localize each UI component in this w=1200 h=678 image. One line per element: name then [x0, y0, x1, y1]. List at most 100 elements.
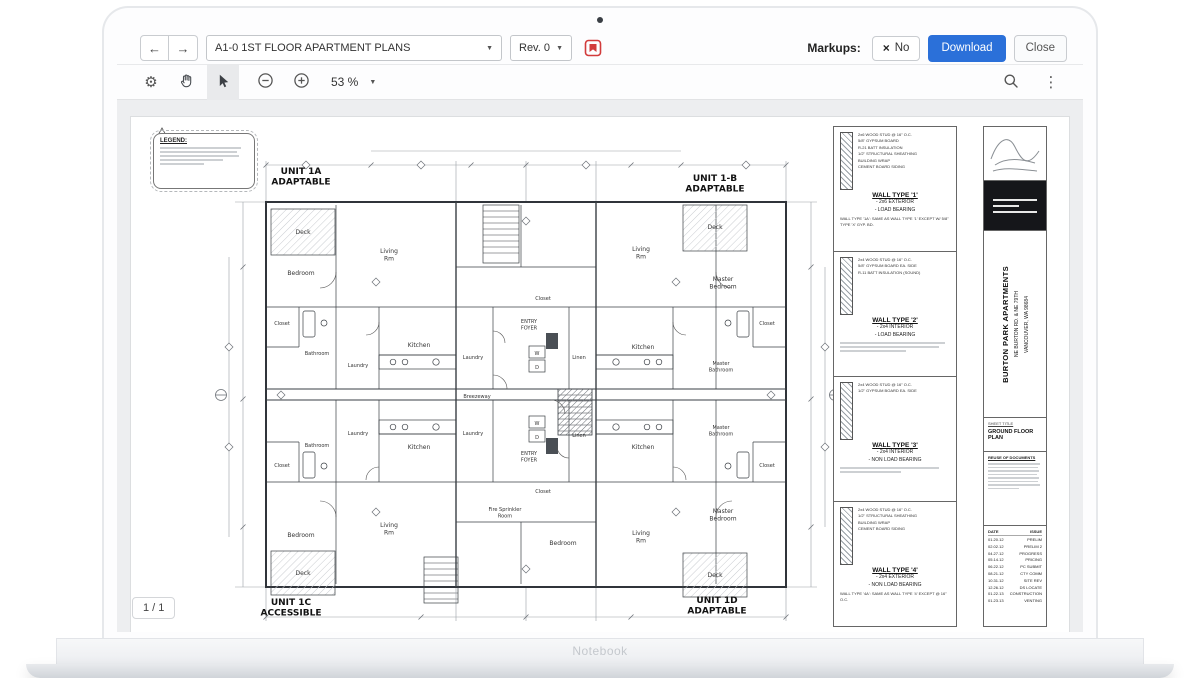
- wall-detail-hatch: [840, 132, 853, 190]
- document-select[interactable]: A1-0 1ST FLOOR APARTMENT PLANS ▼: [206, 35, 502, 61]
- download-button[interactable]: Download: [928, 34, 1006, 62]
- wall-type-title: WALL TYPE '4': [872, 567, 918, 574]
- laptop-base: Notebook: [56, 638, 1144, 664]
- nav-button-group: ← →: [140, 35, 198, 61]
- room-label: Closet: [759, 463, 775, 469]
- room-label: Bedroom: [549, 540, 576, 547]
- revision-row: 05.14.12 PRICING: [988, 557, 1042, 563]
- pan-tool-button[interactable]: [171, 65, 203, 100]
- revision-row: 04.27.12 PROGRESS: [988, 550, 1042, 556]
- project-city: VANCOUVER, WA 98684: [1023, 295, 1030, 353]
- room-label: Master Bathroom: [709, 361, 734, 374]
- revision-row: 12.26.12 DS LOCATE: [988, 584, 1042, 590]
- close-button[interactable]: Close: [1013, 34, 1067, 62]
- wall-type-section: 2x4 WOOD STUD @ 16" O.C. 1/2" STRUCTURAL …: [834, 502, 956, 626]
- markups-label: Markups:: [807, 41, 861, 55]
- room-label: Deck: [295, 570, 311, 577]
- list-line: - LOAD BEARING: [874, 331, 916, 338]
- room-label: Fire Sprinkler Room: [489, 507, 523, 520]
- room-label: ENTRY FOYER: [521, 451, 538, 464]
- wall-type-footnote: WALL TYPE '4A': SAME AS WALL TYPE '4' EX…: [840, 591, 947, 602]
- laptop-screen: ← → A1-0 1ST FLOOR APARTMENT PLANS ▼ Rev…: [102, 6, 1098, 638]
- room-label: Master Bathroom: [709, 425, 734, 438]
- chevron-down-icon: ▼: [556, 44, 563, 52]
- settings-button[interactable]: ⚙: [135, 65, 167, 100]
- list-line: CEMENT BOARD SIDING: [858, 526, 906, 532]
- revision-row: 02.02.12 PRELIM 2: [988, 543, 1042, 549]
- markups-toggle-label: No: [894, 42, 910, 54]
- room-label: Closet: [274, 321, 290, 327]
- room-label: Living Rm: [632, 530, 650, 545]
- wall-type-title: WALL TYPE '1': [872, 192, 918, 199]
- back-button[interactable]: ←: [140, 35, 169, 61]
- room-label: Linen: [572, 355, 586, 361]
- forward-button[interactable]: →: [169, 35, 198, 61]
- room-label: Deck: [707, 572, 723, 579]
- list-line: 1/2" GYPSUM BOARD EA. SIDE: [858, 388, 917, 394]
- hand-icon: [179, 73, 195, 92]
- room-label: Master Bedroom: [709, 508, 736, 523]
- room-label: Bedroom: [287, 270, 314, 277]
- plan-static-linework: [156, 127, 787, 604]
- room-label: D: [535, 435, 539, 441]
- room-label: Laundry: [348, 431, 368, 437]
- list-line: - 2x4 EXTERIOR: [875, 574, 915, 580]
- revision-row: 01.22.13 CONSTRUCTION: [988, 591, 1042, 597]
- room-label: Living Rm: [380, 248, 398, 263]
- wall-types-panel: 2x6 WOOD STUD @ 16" O.C. 5/8" GYPSUM BOAR…: [833, 126, 957, 627]
- unit-label: UNIT 1A ADAPTABLE: [271, 167, 330, 188]
- search-icon: [1003, 73, 1019, 92]
- revision-row: 08.21.12 CTY COMM: [988, 570, 1042, 576]
- wall-type-section: 2x4 WOOD STUD @ 16" O.C. 5/8" GYPSUM BOAR…: [834, 252, 956, 377]
- room-label: Linen: [572, 433, 586, 439]
- revision-row: 01.23.13 VENTING: [988, 598, 1042, 604]
- revision-select[interactable]: Rev. 0 ▼: [510, 35, 572, 61]
- drawing-sheet: UNIT 1A ADAPTABLE UNIT 1-B ADAPTABLE UNIT 1C…: [130, 116, 1070, 632]
- wall-type-title: WALL TYPE '3': [872, 442, 918, 449]
- room-label: Bathroom: [305, 351, 330, 357]
- laptop-mockup: ← → A1-0 1ST FLOOR APARTMENT PLANS ▼ Rev…: [0, 0, 1200, 678]
- page-indicator: 1 / 1: [132, 597, 176, 619]
- legend-box: LEGEND:: [150, 130, 258, 192]
- markup-flag-icon[interactable]: [584, 39, 602, 57]
- firm-logo: [984, 181, 1046, 231]
- view-toolbar: ⚙ 53 % ▼ ⋮: [117, 64, 1083, 100]
- viewer-canvas[interactable]: UNIT 1A ADAPTABLE UNIT 1-B ADAPTABLE UNIT 1C…: [117, 100, 1083, 632]
- revision-date-header: DATE: [988, 529, 999, 534]
- legend-title: LEGEND:: [160, 138, 187, 144]
- room-label: W: [535, 421, 540, 427]
- select-tool-button[interactable]: [207, 64, 239, 100]
- project-address: NE BURTON RD. & NE 79TH: [1013, 291, 1020, 357]
- unit-label: UNIT 1C ACCESSIBLE: [261, 598, 322, 619]
- room-label: Bedroom: [287, 532, 314, 539]
- list-line: R-11 BATT INSULATION (SOUND): [858, 269, 921, 275]
- room-label: Closet: [759, 321, 775, 327]
- zoom-level-dropdown[interactable]: 53 % ▼: [331, 75, 376, 89]
- project-info: BURTON PARK APARTMENTS NE BURTON RD. & N…: [984, 231, 1046, 418]
- wall-type-subtitle: - 2x4 EXTERIOR - NON LOAD BEARING: [840, 574, 950, 589]
- revision-table: DATE ISSUE 01.20.12 PRELIM 02.02.12 PRELIM …: [984, 526, 1046, 626]
- forward-arrow-icon: →: [176, 40, 190, 56]
- zoom-level-value: 53 %: [331, 75, 359, 89]
- markups-toggle-button[interactable]: × No: [871, 35, 921, 61]
- wall-type-section: 2x6 WOOD STUD @ 16" O.C. 5/8" GYPSUM BOAR…: [834, 127, 956, 252]
- more-options-button[interactable]: ⋮: [1035, 65, 1067, 100]
- zoom-in-button[interactable]: [285, 65, 317, 100]
- room-label: ENTRY FOYER: [521, 319, 538, 332]
- zoom-out-icon: [257, 72, 274, 92]
- room-label: Kitchen: [408, 444, 431, 451]
- wall-type-title: WALL TYPE '2': [872, 317, 918, 324]
- wall-notes: 2x6 WOOD STUD @ 16" O.C. 5/8" GYPSUM BOAR…: [858, 132, 950, 190]
- document-select-value: A1-0 1ST FLOOR APARTMENT PLANS: [215, 42, 411, 54]
- room-label: Kitchen: [632, 344, 655, 351]
- search-button[interactable]: [995, 65, 1027, 100]
- room-label: W: [535, 351, 540, 357]
- wall-type-subtitle: - 2x6 EXTERIOR - LOAD BEARING: [840, 199, 950, 214]
- room-label: Breezeway: [463, 394, 490, 400]
- zoom-out-button[interactable]: [249, 65, 281, 100]
- wall-detail-hatch: [840, 382, 853, 440]
- list-line: - NON LOAD BEARING: [868, 456, 922, 463]
- kebab-icon: ⋮: [1043, 74, 1059, 91]
- webcam-dot: [597, 17, 603, 23]
- x-icon: ×: [882, 41, 890, 55]
